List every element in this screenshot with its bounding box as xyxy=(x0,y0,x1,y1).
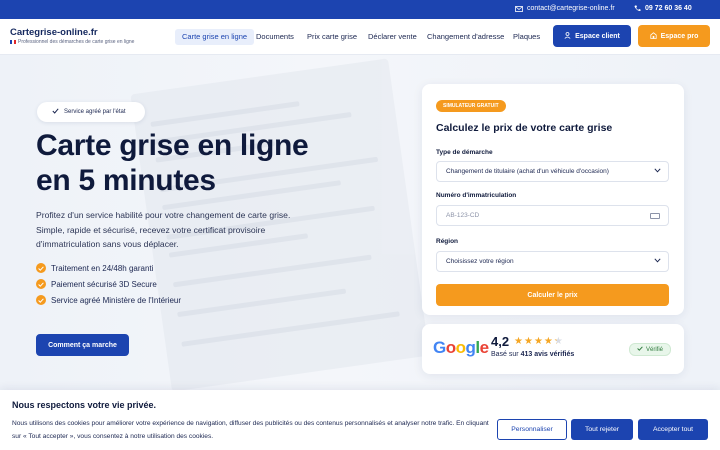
feature-item: Paiement sécurisé 3D Secure xyxy=(36,279,157,289)
contact-phone: 09 72 60 36 40 xyxy=(645,5,692,12)
check-circle-icon xyxy=(36,263,46,273)
star-icon: ★ xyxy=(543,336,553,347)
feature-text: Paiement sécurisé 3D Secure xyxy=(51,279,157,289)
demarche-type-select[interactable]: Changement de titulaire (achat d'un véhi… xyxy=(436,161,669,182)
reviews-count-value: 413 avis vérifiés xyxy=(520,351,575,358)
customize-cookies-button[interactable]: Personnaliser xyxy=(497,419,567,440)
reviews-count: Basé sur 413 avis vérifiés xyxy=(491,351,574,358)
hero-intro: Profitez d'un service habilité pour votr… xyxy=(36,210,291,249)
google-reviews-card: Google 4,2 ★ ★ ★ ★ ★ Basé sur 413 avis v… xyxy=(422,324,684,374)
nav-item-carte-grise-en-ligne[interactable]: Carte grise en ligne xyxy=(175,29,255,45)
phone-icon xyxy=(634,5,641,12)
mail-icon xyxy=(515,5,523,12)
nav-item-declarer-vente[interactable]: Déclarer vente xyxy=(361,29,424,45)
top-contact-bar: contact@cartegrise-online.fr 09 72 60 36… xyxy=(0,0,720,19)
star-icon: ★ xyxy=(514,336,523,347)
nav-item-plaques[interactable]: Plaques xyxy=(506,29,547,45)
cookie-consent-banner: Nous respectons votre vie privée. Nous u… xyxy=(0,390,720,450)
cookie-text: Nous utilisons des cookies pour améliore… xyxy=(12,420,489,440)
check-icon xyxy=(52,108,59,116)
nav-item-documents[interactable]: Documents xyxy=(249,29,301,45)
check-icon xyxy=(637,346,643,353)
check-circle-icon xyxy=(36,279,46,289)
region-value: Choisissez votre région xyxy=(446,258,514,265)
brand-logo[interactable]: Cartegrise-online.fr xyxy=(10,27,98,38)
nav-item-changement-adresse[interactable]: Changement d'adresse xyxy=(420,29,511,45)
simulator-title: Calculez le prix de votre carte grise xyxy=(436,122,613,134)
half-star-icon: ★ xyxy=(553,336,563,347)
brand-tagline: Professionnel des démarches de carte gri… xyxy=(10,39,134,45)
star-icon: ★ xyxy=(523,336,533,347)
registration-number-placeholder: AB-123-CD xyxy=(446,212,480,219)
demarche-type-label: Type de démarche xyxy=(436,149,493,156)
building-icon xyxy=(650,31,657,41)
check-circle-icon xyxy=(36,295,46,305)
how-it-works-button[interactable]: Comment ça marche xyxy=(36,334,129,356)
reviews-prefix: Basé sur xyxy=(491,351,519,358)
pro-space-label: Espace pro xyxy=(660,32,699,40)
hero-title-line-2: en 5 minutes xyxy=(36,164,216,197)
region-label: Région xyxy=(436,238,459,245)
feature-text: Service agréé Ministère de l'Intérieur xyxy=(51,295,182,305)
google-logo: Google xyxy=(433,338,489,357)
user-icon xyxy=(564,31,571,41)
calculate-price-button[interactable]: Calculer le prix xyxy=(436,284,669,306)
verified-text: Vérifié xyxy=(646,346,664,353)
feature-text: Traitement en 24/48h garanti xyxy=(51,263,154,273)
approved-service-text: Service agréé par l'état xyxy=(64,109,126,115)
brand-tagline-text: Professionnel des démarches de carte gri… xyxy=(18,39,135,45)
free-simulator-badge: SIMULATEUR GRATUIT xyxy=(436,100,506,112)
chevron-down-icon xyxy=(654,258,661,265)
star-icon: ★ xyxy=(533,336,543,347)
accept-all-cookies-button[interactable]: Accepter tout xyxy=(638,419,708,440)
cookie-title: Nous respectons votre vie privée. xyxy=(12,400,157,410)
main-navigation: Cartegrise-online.fr Professionnel des d… xyxy=(0,19,720,55)
feature-item: Traitement en 24/48h garanti xyxy=(36,263,153,273)
feature-item: Service agréé Ministère de l'Intérieur xyxy=(36,295,181,305)
hero-title: Carte grise en ligne en 5 minutes xyxy=(36,128,309,198)
price-simulator-card: SIMULATEUR GRATUIT Calculez le prix de v… xyxy=(422,84,684,315)
verified-badge: Vérifié xyxy=(629,343,672,356)
contact-phone-link[interactable]: 09 72 60 36 40 xyxy=(634,5,692,12)
pro-space-button[interactable]: Espace pro xyxy=(638,25,710,47)
registration-number-input[interactable]: AB-123-CD xyxy=(436,205,669,226)
french-flag-icon xyxy=(10,40,16,44)
rating-value: 4,2 xyxy=(491,334,510,349)
contact-email: contact@cartegrise-online.fr xyxy=(527,5,615,12)
rating-stars: ★ ★ ★ ★ ★ xyxy=(514,336,563,347)
reject-all-cookies-button[interactable]: Tout rejeter xyxy=(571,419,633,440)
approved-service-badge: Service agréé par l'état xyxy=(37,102,145,122)
chevron-down-icon xyxy=(654,168,661,175)
hero-title-line-1: Carte grise en ligne xyxy=(36,129,309,162)
region-select[interactable]: Choisissez votre région xyxy=(436,251,669,272)
contact-email-link[interactable]: contact@cartegrise-online.fr xyxy=(515,5,615,12)
nav-item-prix-carte-grise[interactable]: Prix carte grise xyxy=(300,29,364,45)
client-space-button[interactable]: Espace client xyxy=(553,25,631,47)
license-plate-icon xyxy=(650,213,660,219)
registration-number-label: Numéro d'immatriculation xyxy=(436,192,517,199)
demarche-type-value: Changement de titulaire (achat d'un véhi… xyxy=(446,168,609,175)
client-space-label: Espace client xyxy=(575,32,620,40)
